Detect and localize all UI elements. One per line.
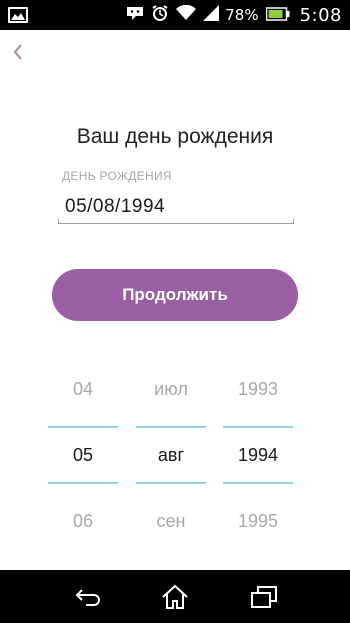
picker-divider — [48, 426, 118, 428]
picker-divider — [136, 482, 206, 484]
day-next[interactable]: 06 — [48, 511, 118, 532]
year-next[interactable]: 1995 — [223, 511, 293, 532]
birthday-field[interactable]: 05/08/1994 — [58, 194, 294, 224]
picker-divider — [223, 482, 293, 484]
status-clock: 5:08 — [299, 4, 342, 26]
birthday-value: 05/08/1994 — [65, 196, 166, 217]
picker-divider — [223, 426, 293, 428]
signal-icon — [203, 5, 220, 25]
month-selected[interactable]: авг — [136, 445, 206, 466]
year-previous[interactable]: 1993 — [223, 379, 293, 400]
day-selected[interactable]: 05 — [48, 445, 118, 466]
birthday-field-label: ДЕНЬ РОЖДЕНИЯ — [62, 169, 172, 183]
messenger-icon — [126, 5, 144, 25]
month-picker[interactable]: июл авг сен — [136, 365, 206, 555]
battery-icon — [265, 6, 290, 25]
page-title: Ваш день рождения — [76, 125, 274, 148]
day-picker[interactable]: 04 05 06 — [48, 365, 118, 555]
back-nav-icon[interactable] — [74, 584, 104, 610]
status-bar: 78% 5:08 — [0, 0, 350, 30]
year-selected[interactable]: 1994 — [223, 445, 293, 466]
month-next[interactable]: сен — [136, 511, 206, 532]
home-nav-icon[interactable] — [160, 584, 190, 610]
year-picker[interactable]: 1993 1994 1995 — [223, 365, 293, 555]
navigation-bar — [0, 570, 350, 623]
battery-percent: 78% — [225, 6, 259, 24]
alarm-icon — [151, 4, 169, 26]
picker-divider — [136, 426, 206, 428]
continue-button[interactable]: Продолжить — [52, 269, 298, 321]
wifi-icon — [176, 4, 197, 25]
month-previous[interactable]: июл — [136, 379, 206, 400]
back-button[interactable] — [7, 42, 29, 66]
picker-divider — [48, 482, 118, 484]
day-previous[interactable]: 04 — [48, 379, 118, 400]
recent-apps-icon[interactable] — [249, 584, 279, 610]
gallery-icon — [8, 7, 28, 23]
chevron-left-icon — [12, 42, 24, 66]
